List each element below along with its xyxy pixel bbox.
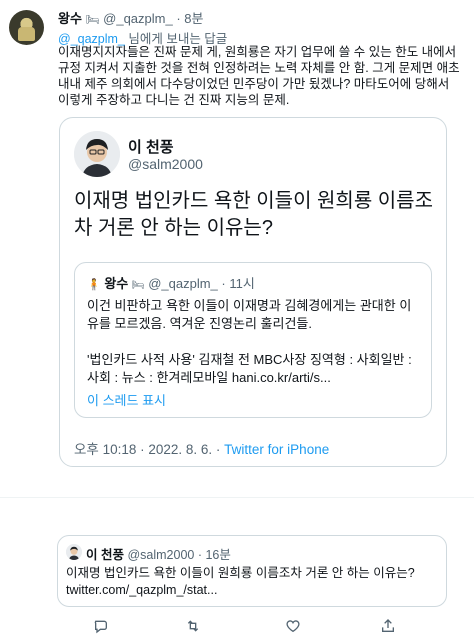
quoted-source[interactable]: Twitter for iPhone bbox=[224, 442, 329, 457]
quoted-display-name[interactable]: 이 천풍 bbox=[128, 136, 174, 157]
person-icon: 🧍 bbox=[87, 279, 101, 291]
avatar[interactable] bbox=[66, 544, 82, 560]
tweet-text: 이재명지지자들은 진짜 문제 게, 원희룡은 자기 업무에 쓸 수 있는 한도 … bbox=[58, 45, 460, 107]
inner-time[interactable]: · 11시 bbox=[221, 276, 254, 291]
reply-preview-card[interactable]: 이 천풍 @salm2000 · 16분 이재명 법인카드 욕한 이들이 원희룡… bbox=[57, 535, 447, 607]
like-icon[interactable] bbox=[285, 618, 301, 637]
bed-icon: 🛏 bbox=[85, 14, 100, 26]
avatar[interactable] bbox=[9, 10, 44, 45]
retweet-icon[interactable] bbox=[184, 618, 202, 637]
reply-time[interactable]: · 16분 bbox=[198, 548, 231, 562]
quoted-meta: 오후 10:18 · 2022. 8. 6. · Twitter for iPh… bbox=[74, 438, 329, 458]
quoted-handle[interactable]: @salm2000 bbox=[128, 156, 203, 172]
quoted-timestamp[interactable]: 오후 10:18 · 2022. 8. 6. · bbox=[74, 442, 224, 457]
inner-text: 이건 비판하고 욕한 이들이 이재명과 김혜경에게는 관대한 이유를 모르겠음.… bbox=[87, 298, 412, 331]
timestamp[interactable]: · 8분 bbox=[176, 11, 203, 26]
quoted-text: 이재명 법인카드 욕한 이들이 원희룡 이름조차 거론 안 하는 이유는? bbox=[74, 190, 433, 239]
inner-link-text[interactable]: '법인카드 사적 사용' 김재철 전 MBC사장 징역형 : 사회일반 : 사회… bbox=[87, 351, 423, 387]
divider bbox=[0, 497, 474, 498]
reply-preview-body: 이재명 법인카드 욕한 이들이 원희룡 이름조차 거론 안 하는 이유는? bbox=[66, 566, 415, 580]
display-name[interactable]: 왕수 bbox=[58, 11, 82, 26]
reply-preview-header: 이 천풍 @salm2000 · 16분 bbox=[86, 544, 231, 563]
reply-preview-text: 이재명 법인카드 욕한 이들이 원희룡 이름조차 거론 안 하는 이유는? tw… bbox=[66, 565, 438, 599]
show-thread-link[interactable]: 이 스레드 표시 bbox=[87, 390, 166, 409]
share-icon[interactable] bbox=[380, 618, 396, 637]
reply-handle[interactable]: @salm2000 bbox=[127, 548, 194, 562]
action-bar bbox=[0, 618, 474, 638]
quoted-tweet-card[interactable]: 이 천풍 @salm2000 이재명 법인카드 욕한 이들이 원희룡 이름조차 … bbox=[59, 117, 447, 467]
reply-display-name[interactable]: 이 천풍 bbox=[86, 548, 124, 562]
inner-display-name[interactable]: 왕수 bbox=[104, 276, 128, 291]
inner-quote-header: 🧍 왕수 🛏 @_qazplm_ · 11시 bbox=[87, 273, 255, 292]
tweet-header: 왕수 🛏 @_qazplm_ · 8분 bbox=[58, 8, 203, 27]
reply-icon[interactable] bbox=[93, 618, 109, 637]
reply-preview-link[interactable]: twitter.com/_qazplm_/stat... bbox=[66, 582, 438, 599]
bed-icon: 🛏 bbox=[131, 280, 145, 291]
inner-quote-card[interactable]: 🧍 왕수 🛏 @_qazplm_ · 11시 이건 비판하고 욕한 이들이 이재… bbox=[74, 262, 432, 418]
handle[interactable]: @_qazplm_ bbox=[103, 11, 173, 26]
inner-handle[interactable]: @_qazplm_ bbox=[148, 276, 218, 291]
avatar[interactable] bbox=[74, 131, 120, 177]
